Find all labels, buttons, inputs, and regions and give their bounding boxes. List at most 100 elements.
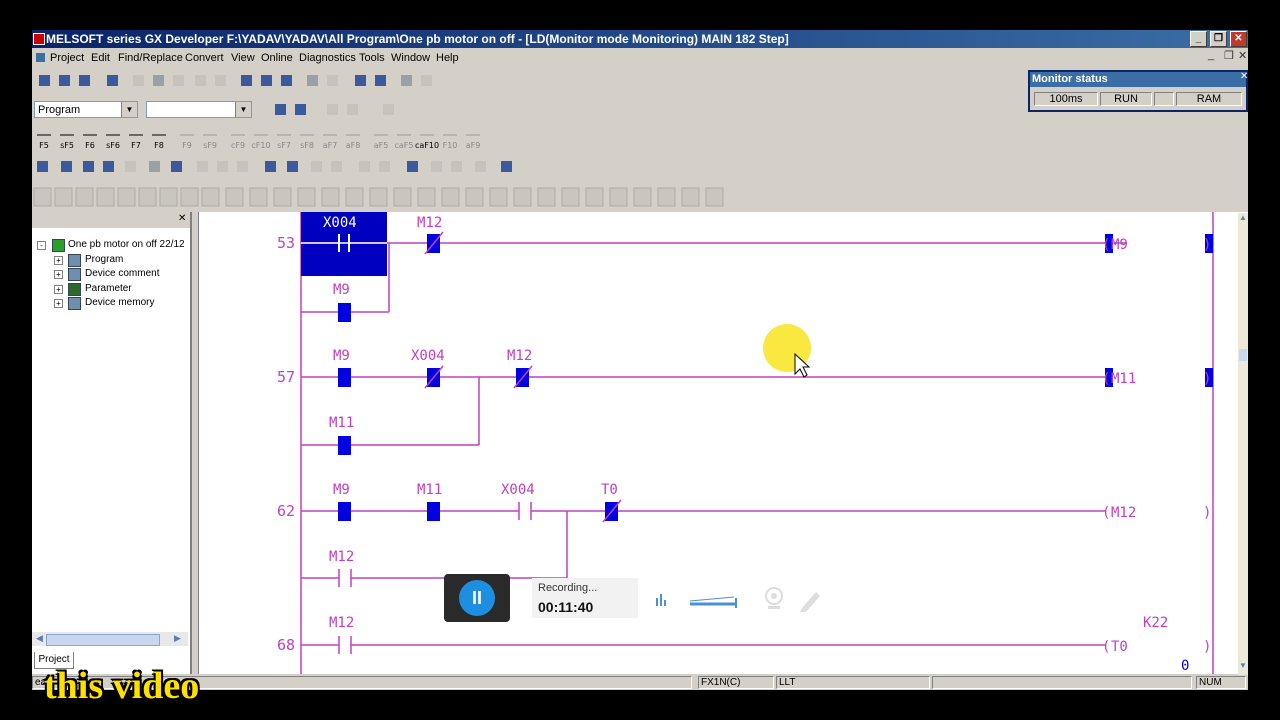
tool-j-icon[interactable] [446,156,466,176]
ladder-view-icon[interactable] [270,99,290,119]
sfc-tool-button[interactable] [705,187,724,207]
sfc-tool-button[interactable] [561,187,580,207]
scroll-right-icon[interactable]: ▶ [174,633,181,644]
open-project-icon[interactable] [54,70,74,90]
ladder-vertical-scrollbar[interactable]: ▲ ▼ [1238,213,1248,675]
ladder-key-cf9-button[interactable]: cF9 [228,128,248,150]
sfc-tool-button[interactable] [225,187,244,207]
ladder-key-sf9-button[interactable]: sF9 [200,128,220,150]
sfc-tool-button[interactable] [609,187,628,207]
panel-close-icon[interactable]: ✕ [178,213,186,224]
sfc-tool-button[interactable] [54,187,73,207]
ladder-key-sf5-button[interactable]: sF5 [57,128,77,150]
ladder-key-sf6-button[interactable]: sF6 [103,128,123,150]
sfc-tool-button[interactable] [321,187,340,207]
expand-icon[interactable]: + [54,299,63,308]
ladder-key-caf10-button[interactable]: caF10 [415,128,439,150]
menu-diagnostics[interactable]: Diagnostics [299,52,356,64]
ladder-key-f5-button[interactable]: F5 [34,128,54,150]
menu-convert[interactable]: Convert [185,52,224,64]
chevron-down-icon[interactable]: ▼ [121,102,137,117]
sfc-tool-button[interactable] [585,187,604,207]
entry-data-icon[interactable] [260,156,280,176]
ladder-key-sf8-button[interactable]: sF8 [297,128,317,150]
menu-help[interactable]: Help [436,52,459,64]
sfc-tool-button[interactable] [180,187,199,207]
ladder-key-af5-button[interactable]: aF5 [371,128,391,150]
sfc-tool-button[interactable] [441,187,460,207]
tree-item-program[interactable]: + Program [32,253,188,267]
sfc-tool-button[interactable] [159,187,178,207]
sfc-tool-button[interactable] [369,187,388,207]
menu-edit[interactable]: Edit [91,52,110,64]
ladder-key-cf10-button[interactable]: cF10 [251,128,271,150]
ladder-key-f6-button[interactable]: F6 [80,128,100,150]
sfc-tool-button[interactable] [489,187,508,207]
sfc-tool-button[interactable] [33,187,52,207]
save-icon[interactable] [74,70,94,90]
minimize-button[interactable]: _ [1190,31,1207,47]
tree-item-parameter[interactable]: + Parameter [32,282,188,296]
tree-item-device-memory[interactable]: + Device memory [32,296,188,310]
menu-window[interactable]: Window [391,52,430,64]
sfc-tool-button[interactable] [345,187,364,207]
pause-button[interactable]: II [444,574,510,622]
sfc-tool-button[interactable] [273,187,292,207]
tool-f-icon[interactable] [354,156,374,176]
tool-g-icon[interactable] [374,156,394,176]
sfc-tool-button[interactable] [537,187,556,207]
sfc-tool-button[interactable] [393,187,412,207]
sfc-tool-button[interactable] [117,187,136,207]
device-combo[interactable]: ▼ [146,101,252,118]
mdi-close-button[interactable]: ✕ [1238,49,1247,62]
read-mode-icon[interactable] [32,156,52,176]
tool-h-icon[interactable] [402,156,422,176]
tool-b-icon[interactable] [212,156,232,176]
sfc-tool-button[interactable] [297,187,316,207]
scroll-thumb[interactable] [46,634,160,646]
expand-icon[interactable]: + [54,270,63,279]
tree-root[interactable]: - One pb motor on off 22/12 [32,238,188,252]
mdi-restore-button[interactable]: ❐ [1224,49,1234,62]
sfc-tool-button[interactable] [96,187,115,207]
tool-c-icon[interactable] [232,156,252,176]
ladder-key-af7-button[interactable]: aF7 [320,128,340,150]
close-button[interactable]: ✕ [1230,31,1247,47]
find-contact-coil-icon[interactable] [276,70,296,90]
ladder-key-f10-button[interactable]: F10 [440,128,460,150]
title-bar[interactable]: MELSOFT series GX Developer F:\YADAV\YAD… [32,30,1248,48]
ladder-key-f9-button[interactable]: F9 [177,128,197,150]
monitor-write-icon[interactable] [98,156,118,176]
write-plc-icon[interactable] [302,70,322,90]
sfc-tool-button[interactable] [633,187,652,207]
monitor-status-titlebar[interactable]: Monitor status [1030,72,1246,87]
tree-item-device-comment[interactable]: + Device comment [32,267,188,281]
find-device-icon[interactable] [236,70,256,90]
new-project-icon[interactable] [34,70,54,90]
expand-icon[interactable]: + [54,285,63,294]
monitor-close-icon[interactable]: ✕ [1240,71,1248,82]
device-test-icon[interactable] [144,156,164,176]
menu-view[interactable]: View [231,52,255,64]
menu-find-replace[interactable]: Find/Replace [118,52,183,64]
monitor-mode-icon[interactable] [78,156,98,176]
paste-icon[interactable] [168,70,188,90]
screen-icon[interactable] [496,156,516,176]
restore-button[interactable]: ❐ [1210,31,1227,47]
panel-horizontal-scrollbar[interactable]: ◀ ▶ [32,632,188,646]
mdi-minimize-button[interactable]: _ [1208,49,1214,61]
tool-k-icon[interactable] [470,156,490,176]
expand-icon[interactable]: + [54,256,63,265]
undo-icon[interactable] [190,70,210,90]
copy-icon[interactable] [148,70,168,90]
sfc-tool-button[interactable] [138,187,157,207]
menu-tools[interactable]: Tools [359,52,385,64]
redo-icon[interactable] [210,70,230,90]
scroll-left-icon[interactable]: ◀ [36,633,43,644]
sfc-tool-button[interactable] [417,187,436,207]
tool-d-icon[interactable] [306,156,326,176]
ladder-key-f8-button[interactable]: F8 [149,128,169,150]
cut-icon[interactable] [128,70,148,90]
comment-icon[interactable] [322,99,342,119]
sfc-tool-button[interactable] [657,187,676,207]
